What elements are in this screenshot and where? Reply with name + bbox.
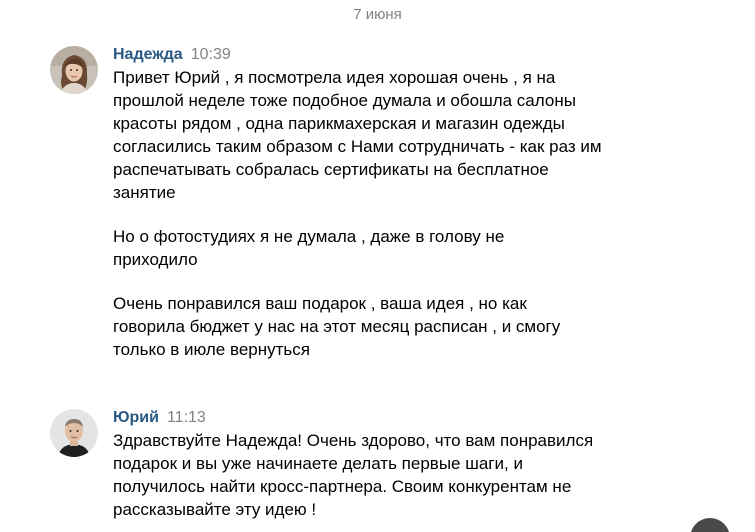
author-name[interactable]: Надежда [113, 46, 183, 63]
message-body: Надежда 10:39 Привет Юрий , я посмотрела … [113, 44, 733, 361]
message-header: Юрий 11:13 [113, 407, 733, 429]
message-time[interactable]: 10:39 [191, 46, 231, 63]
text-line: говорила бюджет у нас на этот месяц расп… [113, 317, 561, 336]
avatar[interactable] [50, 46, 98, 94]
text-line: подарок и вы уже начинаете делать первые… [113, 454, 523, 473]
text-line: приходило [113, 250, 198, 269]
message-header: Надежда 10:39 [113, 44, 733, 66]
message-time[interactable]: 11:13 [167, 409, 206, 426]
text-line: занятие [113, 183, 176, 202]
message-body: Юрий 11:13 Здравствуйте Надежда! Очень зд… [113, 407, 733, 521]
avatar[interactable] [50, 409, 98, 457]
text-line: Привет Юрий , я посмотрела идея хорошая … [113, 68, 556, 87]
message-paragraph: Очень понравился ваш подарок , ваша идея… [113, 292, 733, 361]
message-paragraph: Но о фотостудиях я не думала , даже в го… [113, 225, 733, 271]
message-paragraph: Здравствуйте Надежда! Очень здорово, что… [113, 429, 733, 521]
text-line: получилось найти кросс-партнера. Своим к… [113, 477, 572, 496]
text-line: рассказывайте эту идею ! [113, 500, 317, 519]
message-text: Здравствуйте Надежда! Очень здорово, что… [113, 429, 733, 521]
text-line: только в июле вернуться [113, 340, 310, 359]
message-paragraph: Привет Юрий , я посмотрела идея хорошая … [113, 66, 733, 204]
man-avatar-icon [50, 409, 98, 457]
author-name[interactable]: Юрий [113, 409, 159, 426]
text-line: согласились таким образом с Нами сотрудн… [113, 137, 602, 156]
woman-avatar-icon [50, 46, 98, 94]
text-line: Но о фотостудиях я не думала , даже в го… [113, 227, 505, 246]
text-line: прошлой неделе тоже подобное думала и об… [113, 91, 576, 110]
message-text: Привет Юрий , я посмотрела идея хорошая … [113, 66, 733, 361]
text-line: распечатывать собралась сертификаты на б… [113, 160, 549, 179]
text-line: Очень понравился ваш подарок , ваша идея… [113, 294, 527, 313]
date-divider: 7 июня [353, 6, 402, 23]
text-line: красоты рядом , одна парикмахерская и ма… [113, 114, 565, 133]
text-line: Здравствуйте Надежда! Очень здорово, что… [113, 431, 594, 450]
